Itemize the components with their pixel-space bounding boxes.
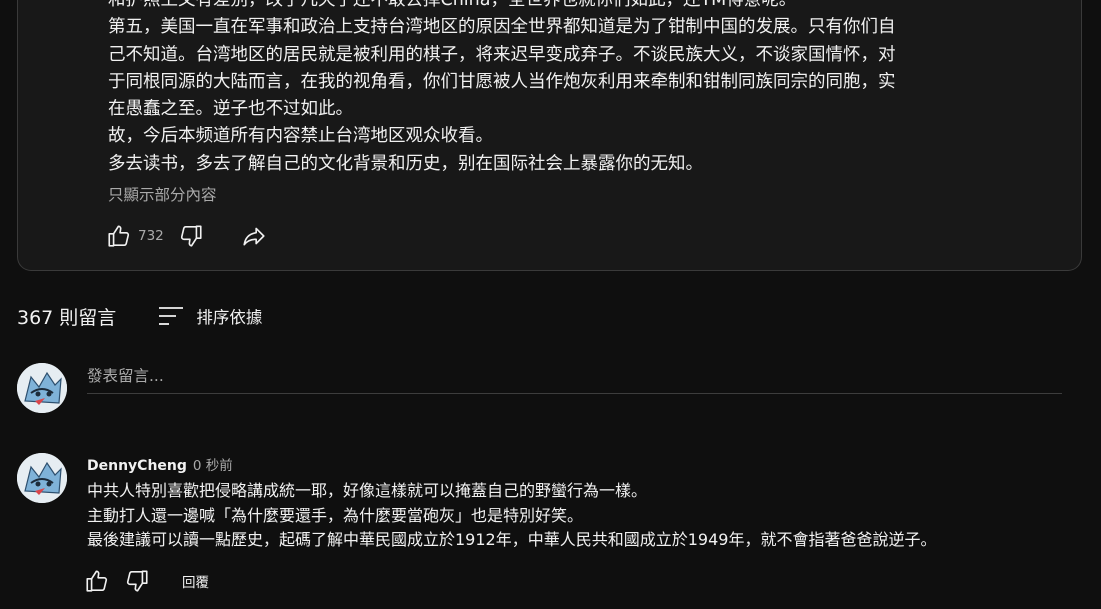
post-line: 和护照上又有差别，改了几天了还不敢去掉China，全世界也就你们如此，还TM得意… bbox=[108, 0, 797, 10]
reply-button[interactable]: 回覆 bbox=[182, 571, 209, 591]
comment-input[interactable]: 發表留言... bbox=[87, 362, 1062, 394]
comment-author[interactable]: DennyCheng bbox=[87, 458, 187, 474]
sort-label: 排序依據 bbox=[196, 308, 263, 327]
comment-body: 中共人特別喜歡把侵略講成統一耶，好像這樣就可以掩蓋自己的野蠻行為一樣。 主動打人… bbox=[87, 479, 936, 553]
post-text: 和护照上又有差别，改了几天了还不敢去掉China，全世界也就你们如此，还TM得意… bbox=[108, 0, 1028, 178]
sort-button[interactable]: 排序依據 bbox=[158, 304, 262, 328]
comment-count: 367 則留言 bbox=[17, 306, 117, 329]
comments-header: 367 則留言 排序依據 bbox=[17, 302, 262, 330]
post-line: 第五，美国一直在军事和政治上支持台湾地区的原因全世界都知道是为了钳制中国的发展。… bbox=[108, 17, 896, 38]
thumbs-down-icon[interactable] bbox=[178, 223, 204, 249]
post-line: 己不知道。台湾地区的居民就是被利用的棋子，将来迟早变成弃子。不谈民族大义，不谈家… bbox=[108, 44, 896, 65]
post-line: 多去读书，多去了解自己的文化背景和历史，别在国际社会上暴露你的无知。 bbox=[108, 153, 703, 174]
like-count: 732 bbox=[138, 228, 164, 244]
thumbs-up-icon[interactable] bbox=[106, 223, 132, 249]
sort-icon bbox=[159, 307, 184, 325]
comment-time[interactable]: 0 秒前 bbox=[193, 454, 233, 474]
share-icon[interactable] bbox=[240, 223, 268, 249]
comment-header: DennyCheng 0 秒前 bbox=[87, 454, 233, 474]
comment-line: 中共人特別喜歡把侵略講成統一耶，好像這樣就可以掩蓋自己的野蠻行為一樣。 bbox=[87, 481, 648, 500]
post-line: 于同根同源的大陆而言，在我的视角看，你们甘愿被人当作炮灰利用来牵制和钳制同族同宗… bbox=[108, 71, 896, 92]
avatar-image bbox=[17, 363, 67, 413]
comment-line: 最後建議可以讀一點歷史，起碼了解中華民國成立於1912年，中華人民共和國成立於1… bbox=[87, 530, 937, 549]
thumbs-up-icon[interactable] bbox=[84, 568, 110, 594]
comment-actions: 回覆 bbox=[84, 567, 209, 595]
thumbs-down-icon[interactable] bbox=[124, 568, 150, 594]
post-line: 在愚蠢之至。逆子也不过如此。 bbox=[108, 99, 353, 120]
avatar-image[interactable] bbox=[17, 453, 67, 503]
post-line: 故，今后本频道所有内容禁止台湾地区观众收看。 bbox=[108, 126, 493, 147]
comment-line: 主動打人還一邊喊「為什麼要還手，為什麼要當砲灰」也是特別好笑。 bbox=[87, 505, 584, 525]
post-actions: 732 bbox=[106, 222, 268, 250]
show-partial-link[interactable]: 只顯示部分內容 bbox=[108, 183, 217, 205]
